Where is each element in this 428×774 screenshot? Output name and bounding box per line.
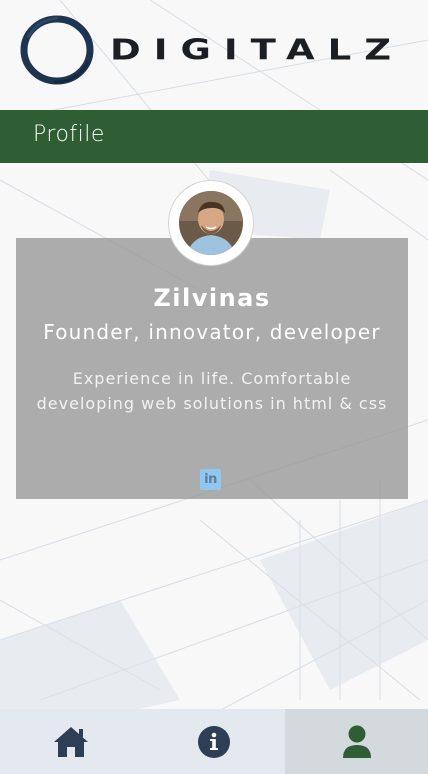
home-icon [54,726,89,757]
app-header: DIGITALZ [0,0,428,110]
profile-card: Zilvinas Founder, innovator, developer E… [16,238,408,499]
page-title-bar: Profile [0,110,428,163]
info-icon [198,725,230,758]
user-icon [342,725,371,758]
avatar [169,181,253,265]
page-title: Profile [33,122,105,147]
profile-bio: Experience in life. Comfortable developi… [36,369,388,413]
logo-circle-icon [20,15,94,85]
nav-profile[interactable] [285,709,428,774]
bottom-navigation [0,709,428,774]
profile-role: Founder, innovator, developer [43,320,381,344]
linkedin-icon[interactable]: in [200,469,221,490]
profile-photo [179,191,243,255]
brand-wordmark: DIGITALZ [110,32,405,67]
nav-info[interactable] [143,709,286,774]
profile-name: Zilvinas [153,284,271,312]
nav-home[interactable] [0,709,143,774]
